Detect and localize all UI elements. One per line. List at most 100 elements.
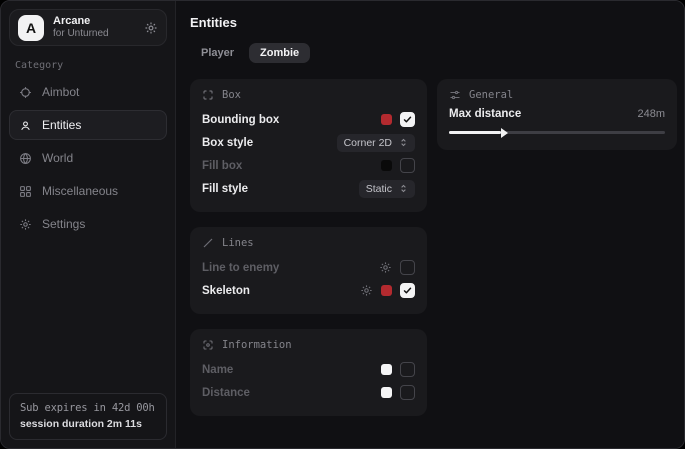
left-column: Box Bounding box Box style bbox=[190, 79, 427, 416]
setting-row-bounding-box: Bounding box bbox=[202, 108, 415, 131]
general-card-header: General bbox=[449, 89, 665, 101]
card-title: Box bbox=[222, 89, 241, 101]
sidebar-item-label: World bbox=[42, 151, 73, 165]
row-controls bbox=[381, 362, 415, 377]
max-distance-row: Max distance 248m bbox=[449, 108, 665, 120]
sidebar-item-world[interactable]: World bbox=[9, 143, 167, 173]
max-distance-slider[interactable] bbox=[449, 126, 665, 138]
lines-card: Lines Line to enemy bbox=[190, 227, 427, 314]
setting-label: Fill box bbox=[202, 160, 381, 172]
setting-label: Fill style bbox=[202, 183, 359, 195]
color-swatch[interactable] bbox=[381, 387, 392, 398]
information-card: Information Name Distance bbox=[190, 329, 427, 416]
sidebar-item-entities[interactable]: Entities bbox=[9, 110, 167, 140]
entities-icon bbox=[19, 119, 32, 132]
app-window: A Arcane for Unturned Category bbox=[0, 0, 685, 449]
brand-card: A Arcane for Unturned bbox=[9, 9, 167, 46]
box-card-header: Box bbox=[202, 89, 415, 101]
box-card: Box Bounding box Box style bbox=[190, 79, 427, 212]
card-title: Information bbox=[222, 339, 292, 351]
setting-row-name: Name bbox=[202, 358, 415, 381]
setting-label: Skeleton bbox=[202, 285, 360, 297]
lines-card-header: Lines bbox=[202, 237, 415, 249]
color-swatch[interactable] bbox=[381, 160, 392, 171]
corner-brackets-icon bbox=[202, 89, 214, 101]
setting-row-box-style: Box style Corner 2D bbox=[202, 131, 415, 154]
sidebar-item-label: Entities bbox=[42, 118, 81, 132]
gear-icon[interactable] bbox=[144, 21, 158, 35]
grid-icon bbox=[19, 185, 32, 198]
information-card-header: Information bbox=[202, 339, 415, 351]
sidebar-item-aimbot[interactable]: Aimbot bbox=[9, 77, 167, 107]
sidebar-item-label: Settings bbox=[42, 217, 85, 231]
color-swatch[interactable] bbox=[381, 114, 392, 125]
box-style-dropdown[interactable]: Corner 2D bbox=[337, 134, 415, 152]
setting-label: Box style bbox=[202, 137, 337, 149]
slider-label: Max distance bbox=[449, 108, 637, 120]
setting-row-fill-style: Fill style Static bbox=[202, 177, 415, 200]
setting-row-distance: Distance bbox=[202, 381, 415, 404]
slider-thumb[interactable] bbox=[501, 128, 508, 138]
session-duration-text: session duration 2m 11s bbox=[20, 418, 156, 430]
sidebar-spacer bbox=[9, 239, 167, 393]
chevron-up-down-icon bbox=[399, 184, 408, 193]
page-title: Entities bbox=[190, 15, 677, 30]
tab-zombie[interactable]: Zombie bbox=[249, 43, 310, 63]
dropdown-value: Corner 2D bbox=[344, 137, 392, 149]
scan-circle-icon bbox=[202, 339, 214, 351]
brand-title: Arcane bbox=[53, 15, 135, 28]
checkbox[interactable] bbox=[400, 385, 415, 400]
brand-subtitle: for Unturned bbox=[53, 28, 135, 40]
slider-fill bbox=[449, 131, 501, 134]
brand-text: Arcane for Unturned bbox=[53, 15, 135, 39]
sidebar: A Arcane for Unturned Category bbox=[1, 1, 176, 448]
card-title: General bbox=[469, 89, 513, 101]
setting-label: Bounding box bbox=[202, 114, 381, 126]
entity-tabs: Player Zombie bbox=[190, 43, 677, 63]
row-controls bbox=[360, 283, 415, 298]
sidebar-item-label: Miscellaneous bbox=[42, 184, 118, 198]
category-label: Category bbox=[15, 60, 161, 71]
cards-area: Box Bounding box Box style bbox=[190, 79, 677, 416]
color-swatch[interactable] bbox=[381, 364, 392, 375]
row-controls bbox=[381, 112, 415, 127]
main-content: Entities Player Zombie Box bbox=[176, 1, 685, 448]
sliders-icon bbox=[449, 89, 461, 101]
row-controls bbox=[381, 385, 415, 400]
brand-logo: A bbox=[18, 15, 44, 41]
crosshair-icon bbox=[19, 86, 32, 99]
sidebar-item-miscellaneous[interactable]: Miscellaneous bbox=[9, 176, 167, 206]
card-title: Lines bbox=[222, 237, 254, 249]
checkbox[interactable] bbox=[400, 112, 415, 127]
checkbox[interactable] bbox=[400, 362, 415, 377]
row-controls bbox=[381, 158, 415, 173]
general-card: General Max distance 248m bbox=[437, 79, 677, 150]
right-column: General Max distance 248m bbox=[437, 79, 677, 150]
color-swatch[interactable] bbox=[381, 285, 392, 296]
setting-row-skeleton: Skeleton bbox=[202, 279, 415, 302]
fill-style-dropdown[interactable]: Static bbox=[359, 180, 415, 198]
chevron-up-down-icon bbox=[399, 138, 408, 147]
globe-icon bbox=[19, 152, 32, 165]
diagonal-line-icon bbox=[202, 237, 214, 249]
sidebar-item-settings[interactable]: Settings bbox=[9, 209, 167, 239]
gear-icon[interactable] bbox=[360, 284, 373, 297]
checkbox[interactable] bbox=[400, 260, 415, 275]
dropdown-value: Static bbox=[366, 183, 392, 195]
tab-player[interactable]: Player bbox=[190, 43, 245, 63]
subscription-status-card: Sub expires in 42d 00h session duration … bbox=[9, 393, 167, 440]
gear-icon bbox=[19, 218, 32, 231]
sidebar-item-label: Aimbot bbox=[42, 85, 79, 99]
setting-row-line-to-enemy: Line to enemy bbox=[202, 256, 415, 279]
setting-label: Distance bbox=[202, 387, 381, 399]
setting-label: Name bbox=[202, 364, 381, 376]
sidebar-nav: Aimbot Entities World bbox=[9, 77, 167, 239]
setting-label: Line to enemy bbox=[202, 262, 379, 274]
setting-row-fill-box: Fill box bbox=[202, 154, 415, 177]
checkbox[interactable] bbox=[400, 158, 415, 173]
sub-expiry-text: Sub expires in 42d 00h bbox=[20, 402, 156, 414]
gear-icon[interactable] bbox=[379, 261, 392, 274]
checkbox[interactable] bbox=[400, 283, 415, 298]
row-controls: Corner 2D bbox=[337, 134, 415, 152]
row-controls bbox=[379, 260, 415, 275]
